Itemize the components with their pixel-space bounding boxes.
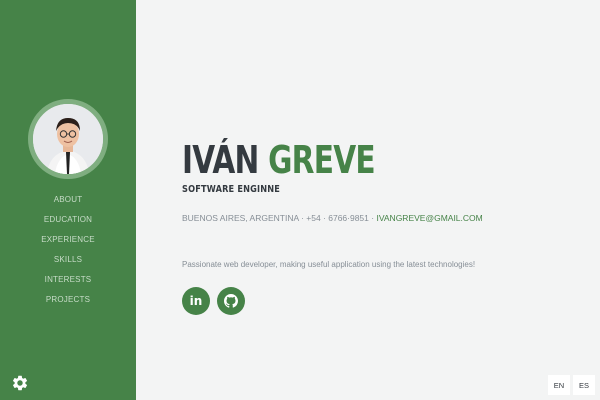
social-links: in <box>182 287 245 315</box>
tagline: Passionate web developer, making useful … <box>182 260 476 269</box>
nav-item-experience[interactable]: EXPERIENCE <box>0 230 136 250</box>
github-button[interactable] <box>217 287 245 315</box>
sidebar-nav: ABOUT EDUCATION EXPERIENCE SKILLS INTERE… <box>0 190 136 310</box>
location: BUENOS AIRES, ARGENTINA <box>182 213 299 223</box>
profile-name: IVÁN GREVE <box>182 137 376 183</box>
nav-item-education[interactable]: EDUCATION <box>0 210 136 230</box>
nav-item-interests[interactable]: INTERESTS <box>0 270 136 290</box>
first-name: IVÁN <box>182 138 259 182</box>
avatar[interactable] <box>28 99 108 179</box>
nav-item-about[interactable]: ABOUT <box>0 190 136 210</box>
github-icon <box>224 294 238 308</box>
nav-item-skills[interactable]: SKILLS <box>0 250 136 270</box>
lang-es-button[interactable]: ES <box>573 375 595 395</box>
main-content: IVÁN GREVE SOFTWARE ENGINNE BUENOS AIRES… <box>136 0 600 400</box>
language-switcher: EN ES <box>548 375 595 395</box>
nav-item-projects[interactable]: PROJECTS <box>0 290 136 310</box>
lang-en-button[interactable]: EN <box>548 375 570 395</box>
sidebar: ABOUT EDUCATION EXPERIENCE SKILLS INTERE… <box>0 0 136 400</box>
email-link[interactable]: IVANGREVE@GMAIL.COM <box>376 213 482 223</box>
job-title: SOFTWARE ENGINNE <box>182 184 281 195</box>
contact-info: BUENOS AIRES, ARGENTINA · +54 · 6766·985… <box>182 213 483 223</box>
gear-icon[interactable] <box>11 374 29 392</box>
profile-photo <box>33 104 103 174</box>
phone: +54 · 6766·9851 <box>306 213 369 223</box>
last-name: GREVE <box>268 138 375 182</box>
linkedin-icon: in <box>189 294 203 308</box>
linkedin-button[interactable]: in <box>182 287 210 315</box>
separator: · <box>301 213 304 223</box>
separator: · <box>371 213 375 223</box>
